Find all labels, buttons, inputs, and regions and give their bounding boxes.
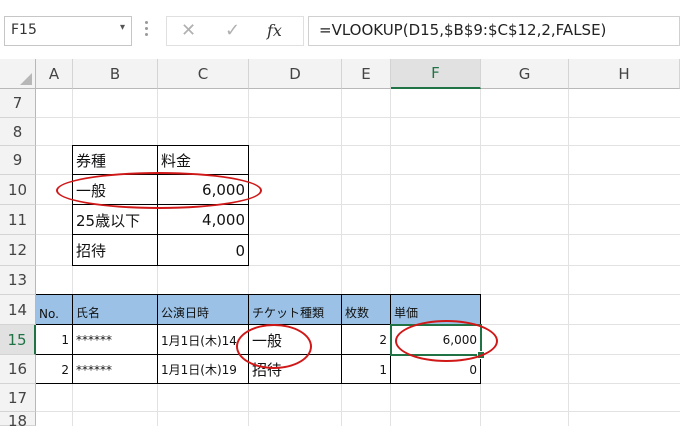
row-header-17[interactable]: 17 xyxy=(0,384,36,412)
row-header-10[interactable]: 10 xyxy=(0,175,36,205)
name-box-value: F15 xyxy=(11,22,37,38)
price-value-cell[interactable]: 4,000 xyxy=(158,205,249,235)
insert-function-icon[interactable]: fx xyxy=(267,21,282,40)
enter-check-icon[interactable]: ✓ xyxy=(225,20,240,41)
order-no-cell[interactable]: 1 xyxy=(36,325,73,355)
order-header-qty[interactable]: 枚数 xyxy=(342,295,391,325)
column-header-e[interactable]: E xyxy=(342,59,391,89)
annotation-oval xyxy=(395,320,498,362)
price-header-type[interactable]: 券種 xyxy=(73,146,158,175)
name-box[interactable]: F15 ▾ xyxy=(4,16,132,46)
row-header-7[interactable]: 7 xyxy=(0,89,36,118)
drag-handle[interactable] xyxy=(145,18,149,42)
chevron-down-icon[interactable]: ▾ xyxy=(120,22,125,33)
price-header-price[interactable]: 料金 xyxy=(158,146,249,175)
column-header-f[interactable]: F xyxy=(391,59,481,89)
select-all-corner[interactable] xyxy=(0,59,36,89)
order-no-cell[interactable]: 2 xyxy=(36,355,73,384)
column-header-b[interactable]: B xyxy=(73,59,158,89)
row-header-13[interactable]: 13 xyxy=(0,266,36,295)
column-header-g[interactable]: G xyxy=(481,59,569,89)
order-qty-cell[interactable]: 1 xyxy=(342,355,391,384)
row-header-8[interactable]: 8 xyxy=(0,118,36,146)
order-header-name[interactable]: 氏名 xyxy=(73,295,158,325)
row-header-11[interactable]: 11 xyxy=(0,205,36,235)
column-header-d[interactable]: D xyxy=(249,59,342,89)
row-header-18[interactable]: 18 xyxy=(0,412,36,430)
annotation-oval xyxy=(236,324,312,369)
price-type-cell[interactable]: 25歳以下 xyxy=(73,205,158,235)
annotation-oval xyxy=(56,172,262,209)
formula-input[interactable]: =VLOOKUP(D15,$B$9:$C$12,2,FALSE) xyxy=(308,16,680,46)
price-value-cell[interactable]: 0 xyxy=(158,235,249,266)
price-type-cell[interactable]: 招待 xyxy=(73,235,158,266)
formula-bar: F15 ▾ ✕ ✓ fx =VLOOKUP(D15,$B$9:$C$12,2,F… xyxy=(0,0,680,58)
column-header-a[interactable]: A xyxy=(36,59,73,89)
row-header-12[interactable]: 12 xyxy=(0,235,36,266)
order-name-cell[interactable]: ****** xyxy=(73,355,158,384)
order-qty-cell[interactable]: 2 xyxy=(342,325,391,355)
order-header-no[interactable]: No. xyxy=(36,295,73,325)
cancel-icon[interactable]: ✕ xyxy=(181,20,196,41)
column-header-h[interactable]: H xyxy=(569,59,680,89)
order-date-cell[interactable]: 1月1日(木)19 xyxy=(158,355,249,384)
order-date-cell[interactable]: 1月1日(木)14 xyxy=(158,325,249,355)
order-header-ticket[interactable]: チケット種類 xyxy=(249,295,342,325)
order-header-date[interactable]: 公演日時 xyxy=(158,295,249,325)
order-name-cell[interactable]: ****** xyxy=(73,325,158,355)
row-header-16[interactable]: 16 xyxy=(0,355,36,384)
row-header-14[interactable]: 14 xyxy=(0,295,36,325)
formula-buttons: ✕ ✓ fx xyxy=(166,16,304,46)
formula-text: =VLOOKUP(D15,$B$9:$C$12,2,FALSE) xyxy=(319,21,607,39)
row-header-15[interactable]: 15 xyxy=(0,325,36,355)
row-header-9[interactable]: 9 xyxy=(0,146,36,175)
column-header-c[interactable]: C xyxy=(158,59,249,89)
